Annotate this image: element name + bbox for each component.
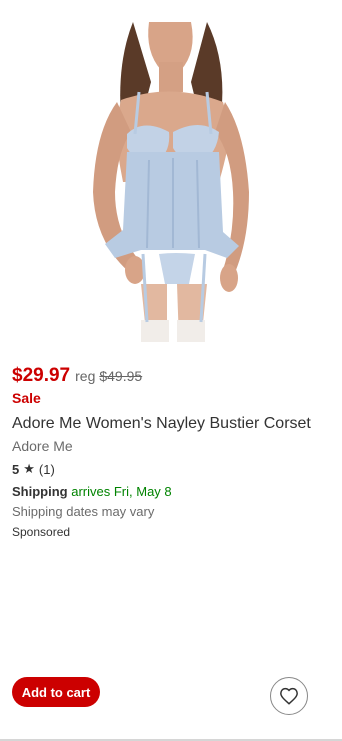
shipping-note: Shipping dates may vary [12, 504, 155, 519]
rating-value: 5 [12, 461, 20, 477]
product-photo-illustration [93, 22, 249, 342]
regular-price: $49.95 [99, 368, 143, 384]
regular-price-label: reg [75, 368, 96, 384]
product-brand[interactable]: Adore Me [12, 438, 73, 454]
sale-label: Sale [12, 390, 41, 406]
product-image[interactable] [55, 22, 287, 342]
review-count: (1) [38, 461, 55, 477]
shipping-date: arrives Fri, May 8 [71, 484, 172, 499]
star-icon: ★ [23, 461, 35, 476]
rating-summary[interactable]: 5 ★ (1) [12, 461, 55, 477]
shipping-label: Shipping [12, 484, 68, 499]
heart-icon [280, 687, 298, 705]
product-card[interactable]: $29.97 reg $49.95 Sale Adore Me Women's … [0, 0, 342, 741]
current-price: $29.97 [12, 365, 71, 386]
sponsored-label: Sponsored [12, 525, 71, 539]
favorite-button[interactable] [270, 677, 308, 715]
product-title[interactable]: Adore Me Women's Nayley Bustier Corset [12, 415, 311, 433]
price-row: $29.97 reg $49.95 [12, 365, 142, 387]
shipping-info: Shipping arrives Fri, May 8 [12, 484, 172, 499]
add-to-cart-button[interactable]: Add to cart [12, 677, 100, 707]
